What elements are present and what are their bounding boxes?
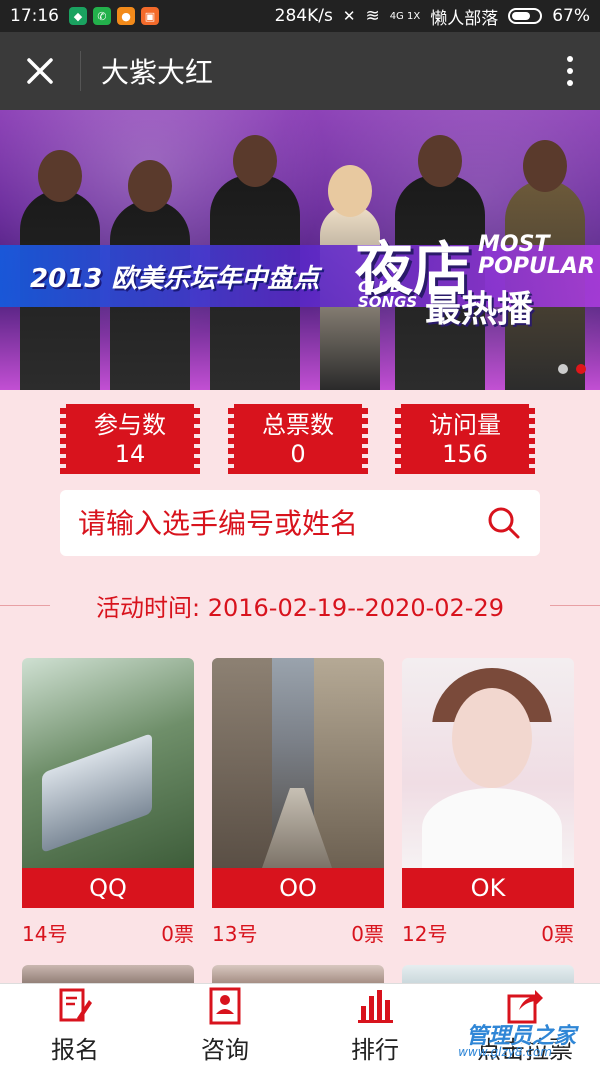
app-bar-divider bbox=[80, 51, 81, 91]
nav-consult[interactable]: 咨询 bbox=[150, 984, 300, 1067]
more-options-button[interactable] bbox=[540, 56, 600, 86]
entry-votes: 0票 bbox=[161, 922, 194, 946]
battery-level: 67% bbox=[552, 6, 590, 26]
entry-photo[interactable] bbox=[22, 658, 194, 868]
divider-line bbox=[550, 605, 600, 606]
profile-card-icon bbox=[209, 987, 241, 1025]
carousel-dots bbox=[558, 364, 586, 374]
entry-photo[interactable] bbox=[212, 658, 384, 868]
banner-carousel[interactable]: 2013 欧美乐坛年中盘点 夜店 MOST POPULAR CLUB SONGS… bbox=[0, 110, 600, 390]
search-bar bbox=[60, 490, 540, 556]
store-app-icon: ▣ bbox=[141, 7, 159, 25]
stat-label: 参与数 bbox=[94, 411, 166, 439]
search-input[interactable] bbox=[78, 506, 486, 540]
stat-visits: 访问量 156 bbox=[393, 404, 537, 474]
activity-time-text: 活动时间: 2016-02-19--2020-02-29 bbox=[96, 593, 504, 622]
stat-label: 访问量 bbox=[429, 411, 501, 439]
battery-icon bbox=[508, 8, 543, 24]
entry-name[interactable]: OK bbox=[402, 868, 574, 908]
entry-card-partial[interactable] bbox=[402, 965, 574, 985]
status-time: 17:16 bbox=[10, 6, 59, 26]
entry-card-partial[interactable] bbox=[212, 965, 384, 985]
entry-meta: 14号 0票 bbox=[22, 918, 194, 947]
more-dot bbox=[567, 80, 573, 86]
carrier-name: 懒人部落 bbox=[430, 8, 499, 29]
entry-name[interactable]: QQ bbox=[22, 868, 194, 908]
nav-label: 报名 bbox=[51, 1036, 99, 1064]
entry-card[interactable]: OK 12号 0票 bbox=[402, 658, 574, 947]
stat-value: 14 bbox=[114, 440, 146, 468]
wifi-icon: ≋ bbox=[365, 6, 380, 26]
close-button[interactable] bbox=[0, 32, 80, 110]
shield-app-icon: ◆ bbox=[69, 7, 87, 25]
stat-participants: 参与数 14 bbox=[58, 404, 202, 474]
app-bar: 大紫大红 bbox=[0, 32, 600, 110]
entry-card[interactable]: QQ 14号 0票 bbox=[22, 658, 194, 947]
stat-total-votes: 总票数 0 bbox=[226, 404, 370, 474]
stat-value: 156 bbox=[442, 440, 488, 468]
entry-name[interactable]: OO bbox=[212, 868, 384, 908]
divider-line bbox=[0, 605, 50, 606]
entry-votes: 0票 bbox=[351, 922, 384, 946]
entry-meta: 12号 0票 bbox=[402, 918, 574, 947]
nav-ranking[interactable]: 排行 bbox=[300, 984, 450, 1067]
carousel-dot-active[interactable] bbox=[576, 364, 586, 374]
bar-chart-icon bbox=[358, 990, 393, 1023]
nav-signup[interactable]: 报名 bbox=[0, 984, 150, 1067]
entry-meta: 13号 0票 bbox=[212, 918, 384, 947]
entry-photo[interactable] bbox=[402, 658, 574, 868]
entry-card[interactable]: OO 13号 0票 bbox=[212, 658, 384, 947]
entry-number: 12号 bbox=[402, 922, 448, 946]
close-icon bbox=[27, 58, 53, 84]
mute-icon: ✕ bbox=[342, 7, 356, 25]
banner-most-popular: MOST POPULAR bbox=[478, 232, 595, 279]
more-dot bbox=[567, 68, 573, 74]
signal-label: 4G 1X bbox=[389, 10, 421, 22]
entry-number: 14号 bbox=[22, 922, 68, 946]
entry-number: 13号 bbox=[212, 922, 258, 946]
status-bar: 17:16 ◆ ✆ ● ▣ 284K/s ✕ ≋ 4G 1X 懒人部落 67% bbox=[0, 0, 600, 32]
nav-label: 咨询 bbox=[201, 1036, 249, 1064]
search-icon[interactable] bbox=[486, 505, 522, 541]
net-speed: 284K/s bbox=[274, 6, 333, 26]
nav-label: 排行 bbox=[351, 1036, 399, 1064]
banner-club-songs: CLUB SONGS bbox=[358, 278, 418, 311]
banner-title: 2013 欧美乐坛年中盘点 bbox=[30, 264, 320, 294]
page-title: 大紫大红 bbox=[101, 56, 214, 89]
stat-value: 0 bbox=[290, 440, 306, 468]
banner-hot-text: 最热播 bbox=[425, 289, 534, 330]
entry-card-partial[interactable] bbox=[22, 965, 194, 985]
more-dot bbox=[567, 56, 573, 62]
carousel-dot[interactable] bbox=[558, 364, 568, 374]
entry-votes: 0票 bbox=[541, 922, 574, 946]
stat-label: 总票数 bbox=[262, 411, 334, 439]
signup-icon bbox=[59, 988, 92, 1022]
stats-row: 参与数 14 总票数 0 访问量 156 bbox=[0, 404, 600, 474]
activity-time: 活动时间: 2016-02-19--2020-02-29 bbox=[0, 580, 600, 630]
phone-app-icon: ✆ bbox=[93, 7, 111, 25]
chat-app-icon: ● bbox=[117, 7, 135, 25]
watermark-url: www.glzy8.com bbox=[458, 1045, 552, 1059]
